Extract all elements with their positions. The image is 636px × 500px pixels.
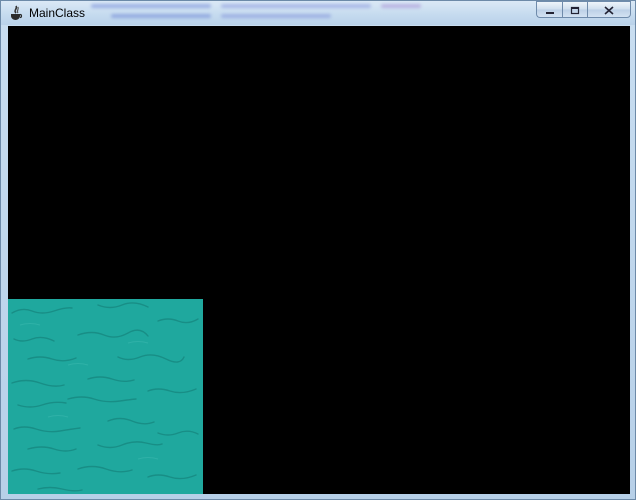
water-tile bbox=[8, 299, 203, 494]
app-window: MainClass bbox=[0, 0, 636, 500]
maximize-button[interactable] bbox=[562, 1, 587, 18]
window-title: MainClass bbox=[29, 6, 86, 20]
maximize-icon bbox=[570, 0, 580, 19]
title-bar[interactable]: MainClass bbox=[1, 1, 635, 25]
java-app-icon bbox=[8, 5, 24, 21]
minimize-button[interactable] bbox=[536, 1, 562, 18]
game-canvas[interactable] bbox=[8, 26, 630, 494]
water-texture bbox=[8, 299, 203, 494]
close-icon bbox=[604, 0, 614, 19]
minimize-icon bbox=[545, 0, 555, 19]
window-controls bbox=[536, 1, 631, 19]
close-button[interactable] bbox=[587, 1, 631, 18]
title-bar-background-reflection bbox=[81, 1, 441, 25]
